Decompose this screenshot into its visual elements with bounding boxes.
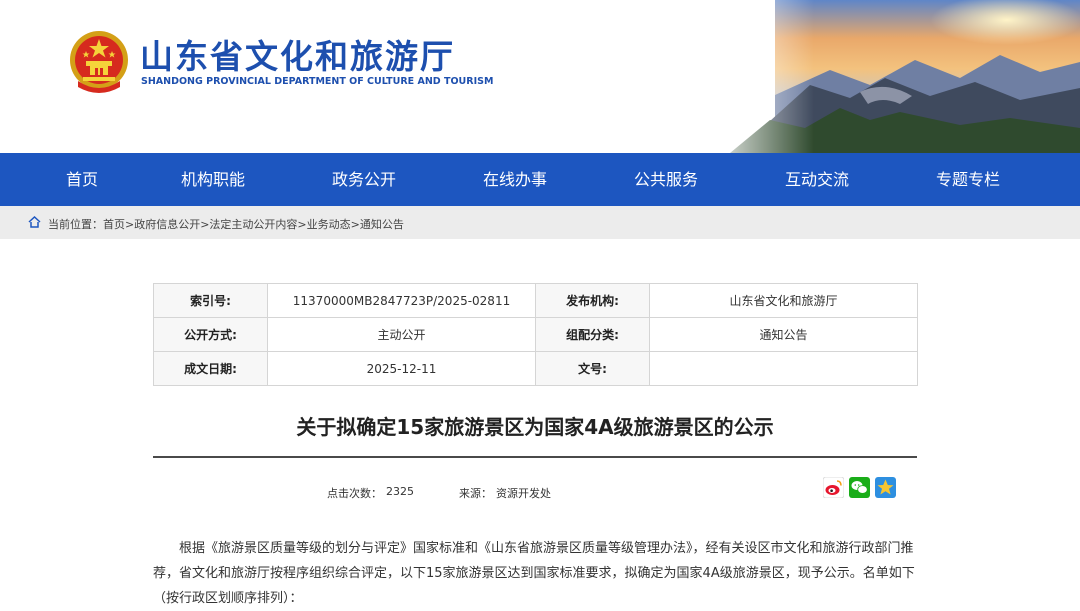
article-title: 关于拟确定15家旅游景区为国家4A级旅游景区的公示	[296, 415, 774, 439]
site-header: 山东省文化和旅游厅 SHANDONG PROVINCIAL DEPARTMENT…	[0, 0, 1080, 153]
nav-item-home[interactable]: 首页	[27, 153, 137, 206]
source-label: 来源：	[459, 487, 492, 500]
publisher-label: 发布机构:	[535, 283, 650, 318]
breadcrumb[interactable]: 当前位置：首页>政府信息公开>法定主动公开内容>业务动态>通知公告	[48, 216, 404, 232]
nav-item-interaction[interactable]: 互动交流	[762, 153, 872, 206]
publisher-value: 山东省文化和旅游厅	[649, 283, 918, 318]
views-count: 2325	[386, 485, 414, 498]
national-emblem-icon	[70, 31, 128, 93]
weibo-icon[interactable]	[823, 477, 844, 498]
table-row: 成文日期: 2025-12-11 文号:	[153, 351, 918, 386]
home-icon	[28, 216, 41, 228]
nav-item-special-topics[interactable]: 专题专栏	[913, 153, 1023, 206]
title-divider	[153, 456, 917, 458]
nav-item-functions[interactable]: 机构职能	[158, 153, 268, 206]
qzone-star-icon[interactable]	[875, 477, 896, 498]
document-info-table: 索引号: 11370000MB2847723P/2025-02811 发布机构:…	[153, 283, 918, 386]
index-label: 索引号:	[153, 283, 268, 318]
mountain-banner-image	[700, 0, 1080, 153]
category-label: 组配分类:	[535, 317, 650, 352]
doc-number-label: 文号:	[535, 351, 650, 386]
nav-item-online-services[interactable]: 在线办事	[460, 153, 570, 206]
date-label: 成文日期:	[153, 351, 268, 386]
method-value: 主动公开	[267, 317, 536, 352]
table-row: 索引号: 11370000MB2847723P/2025-02811 发布机构:…	[153, 283, 918, 318]
nav-item-public-services[interactable]: 公共服务	[611, 153, 721, 206]
date-value: 2025-12-11	[267, 351, 536, 386]
category-value: 通知公告	[649, 317, 918, 352]
index-value: 11370000MB2847723P/2025-02811	[267, 283, 536, 318]
source-value: 资源开发处	[496, 487, 551, 500]
main-nav: 首页 机构职能 政务公开 在线办事 公共服务 互动交流 专题专栏	[0, 153, 1080, 206]
article-body: 根据《旅游景区质量等级的划分与评定》国家标准和《山东省旅游景区质量等级管理办法》…	[153, 541, 915, 606]
nav-item-government-affairs[interactable]: 政务公开	[309, 153, 419, 206]
wechat-icon[interactable]	[849, 477, 870, 498]
site-title: 山东省文化和旅游厅	[140, 37, 455, 76]
site-subtitle: SHANDONG PROVINCIAL DEPARTMENT OF CULTUR…	[141, 76, 494, 87]
doc-number-value	[649, 351, 918, 386]
views-label: 点击次数：	[327, 487, 382, 500]
table-row: 公开方式: 主动公开 组配分类: 通知公告	[153, 317, 918, 352]
method-label: 公开方式:	[153, 317, 268, 352]
